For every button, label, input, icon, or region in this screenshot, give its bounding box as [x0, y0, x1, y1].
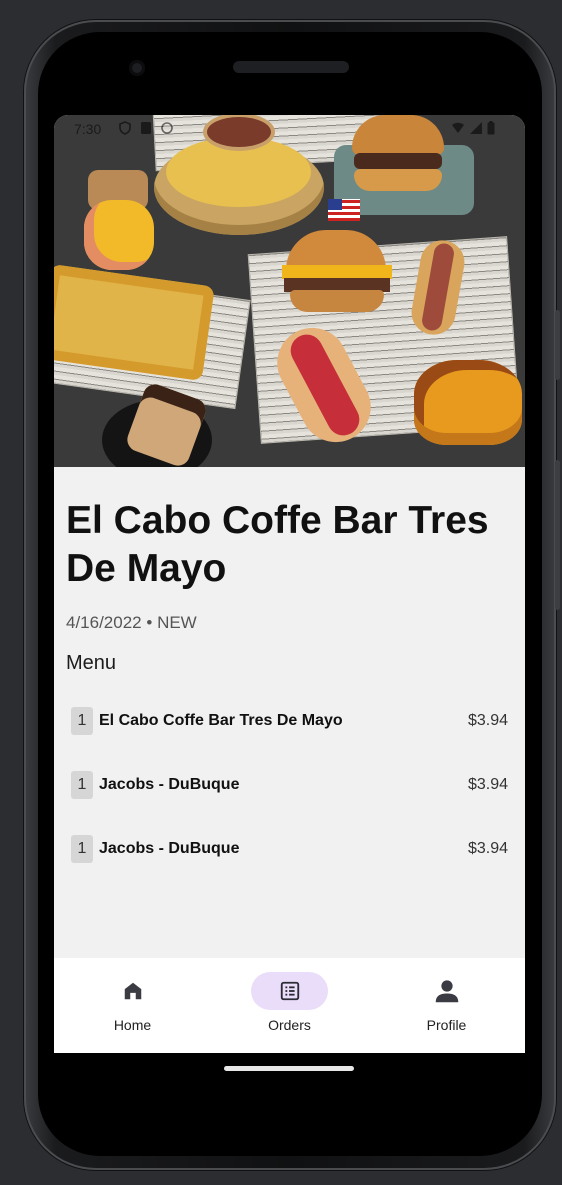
pastry: [414, 360, 522, 445]
nav-label: Home: [113, 1017, 152, 1033]
item-price: $3.94: [467, 776, 508, 793]
status-notification-icons: [118, 121, 174, 135]
item-name: Jacobs - DuBuque: [99, 776, 240, 793]
item-price: $3.94: [467, 840, 508, 857]
restaurant-name: El Cabo Coffe Bar Tres De Mayo: [66, 499, 489, 590]
status-bar: 7:30: [54, 115, 525, 143]
shield-icon: [119, 121, 131, 135]
restaurant-hero-image: 7:30: [54, 115, 525, 467]
nav-home[interactable]: Home: [54, 958, 211, 1053]
wifi-icon: [452, 122, 464, 133]
nav-profile[interactable]: Profile: [368, 958, 525, 1053]
nachos-plate: [54, 263, 215, 382]
power-button: [555, 460, 560, 610]
volume-button: [555, 310, 560, 380]
order-status: NEW: [157, 613, 197, 632]
burger-cheese: [282, 265, 392, 279]
nav-orders[interactable]: Orders: [211, 958, 368, 1053]
menu-item[interactable]: 1 Jacobs - DuBuque $3.94: [71, 771, 508, 799]
flag-canton: [328, 199, 342, 210]
bottom-navigation: Home Orders Profile: [54, 958, 525, 1053]
front-camera: [129, 60, 145, 76]
burger-bottom: [354, 169, 442, 191]
menu-item[interactable]: 1 Jacobs - DuBuque $3.94: [71, 835, 508, 863]
status-system-icons: [451, 121, 495, 135]
nav-label: Orders: [268, 1017, 311, 1033]
signal-icon: [470, 122, 482, 134]
burger-bottom: [290, 290, 384, 312]
order-meta: 4/16/2022 • NEW: [66, 613, 197, 633]
nav-pill: [94, 972, 171, 1010]
sim-icon: [141, 122, 151, 134]
status-time: 7:30: [74, 121, 102, 137]
sync-icon: [161, 122, 173, 134]
app-screen: 7:30 El Cabo Coffe Bar Tres De Mayo 4/16…: [54, 115, 525, 1053]
menu-item[interactable]: 1 El Cabo Coffe Bar Tres De Mayo $3.94: [71, 707, 508, 735]
item-price: $3.94: [467, 712, 508, 729]
item-quantity: 1: [71, 707, 93, 735]
earpiece-speaker: [233, 61, 349, 73]
home-icon: [124, 982, 141, 1000]
item-quantity: 1: [71, 835, 93, 863]
nacho-chips: [166, 137, 311, 207]
item-name: Jacobs - DuBuque: [99, 840, 240, 857]
menu-heading: Menu: [66, 652, 117, 674]
person-icon: [435, 980, 458, 1003]
nav-pill: [408, 972, 485, 1010]
item-name: El Cabo Coffe Bar Tres De Mayo: [99, 712, 343, 729]
mango-dish: [84, 200, 154, 270]
home-indicator[interactable]: [224, 1066, 354, 1071]
nav-pill-active: [251, 972, 328, 1010]
orders-list-icon: [280, 981, 299, 1001]
burger-patty: [354, 153, 442, 169]
battery-icon: [487, 121, 495, 135]
order-date: 4/16/2022: [66, 613, 142, 632]
item-quantity: 1: [71, 771, 93, 799]
nav-label: Profile: [426, 1017, 467, 1033]
meta-separator: •: [146, 613, 153, 632]
